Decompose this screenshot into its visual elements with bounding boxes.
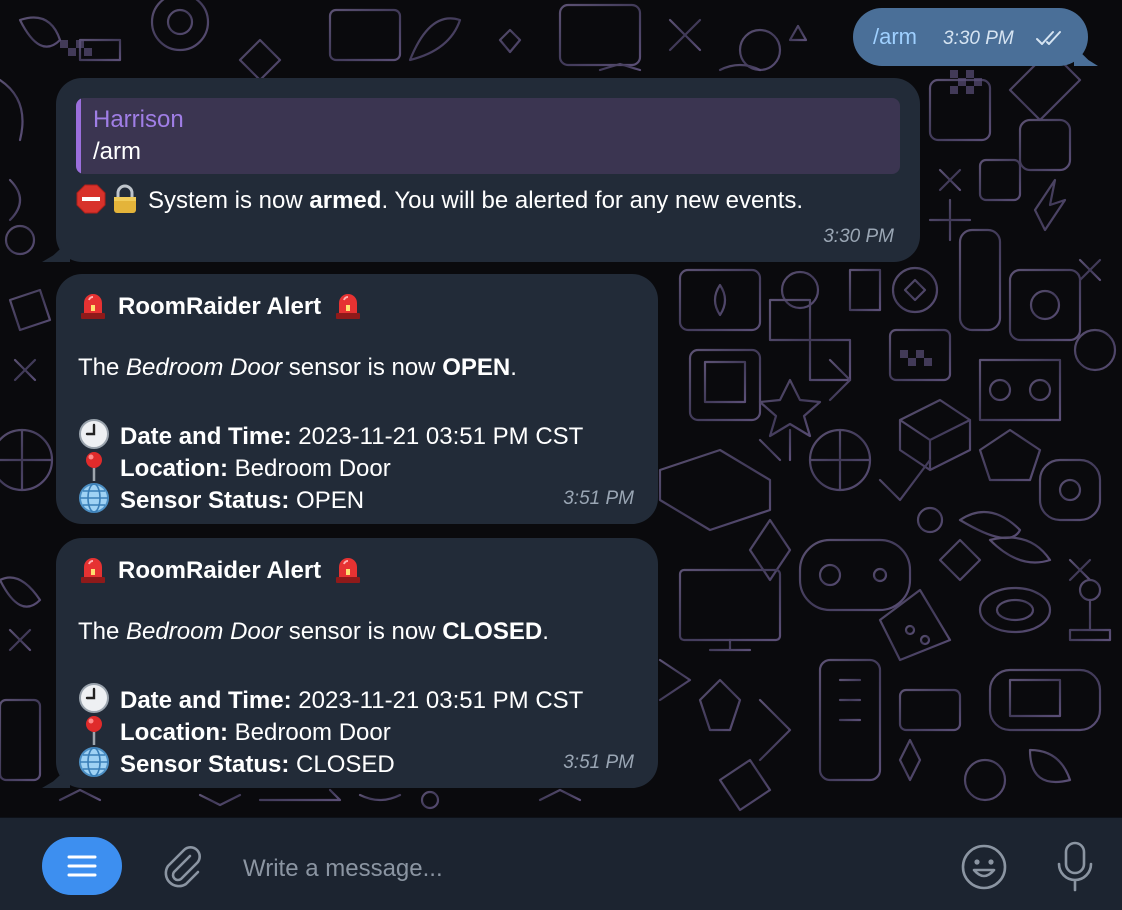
clock-icon [79, 683, 109, 713]
menu-icon [67, 855, 97, 877]
bot-reply-bubble[interactable]: Harrison /arm System is now armed. You w… [42, 78, 920, 262]
quote-text: /arm [93, 138, 141, 165]
alert-body-prefix: The [78, 354, 127, 381]
alert-title: RoomRaider Alert [78, 552, 363, 585]
reply-time: 3:30 PM [823, 226, 894, 247]
alert-sensor-name: Bedroom Door [126, 618, 283, 645]
alert-body-prefix: The [78, 618, 127, 645]
alert-message-bubble[interactable]: RoomRaider Alert The Bedroom Door sensor… [42, 538, 658, 788]
alert-location-row: Location: Bedroom Door [78, 450, 391, 483]
alert-title-text: RoomRaider Alert [118, 557, 322, 584]
alert-status-row: Sensor Status: OPEN [78, 482, 364, 515]
location-value: Bedroom Door [228, 719, 391, 746]
location-label: Location: [120, 719, 228, 746]
status-value: CLOSED [289, 751, 395, 778]
stop-sign-icon [76, 184, 106, 214]
alert-body-suffix: . [542, 618, 549, 645]
chat-window: /arm 3:30 PM Harrison /arm System is now… [0, 0, 1122, 910]
alert-status-row: Sensor Status: CLOSED [78, 746, 395, 779]
outgoing-message-text: /arm [873, 24, 917, 49]
alert-body: The Bedroom Door sensor is now CLOSED. [78, 618, 549, 646]
microphone-icon[interactable] [1055, 840, 1095, 894]
siren-icon [81, 558, 105, 583]
quote-accent-bar [76, 98, 81, 174]
alert-time: 3:51 PM [563, 752, 634, 773]
lock-icon [114, 184, 136, 213]
quote-author: Harrison [93, 106, 184, 133]
alert-state: CLOSED [442, 618, 543, 645]
pushpin-icon [86, 716, 102, 745]
emoji-icon[interactable] [958, 843, 1010, 891]
date-value: 2023-11-21 03:51 PM CST [291, 423, 584, 450]
message-composer [0, 817, 1122, 910]
alert-sensor-name: Bedroom Door [126, 354, 283, 381]
date-value: 2023-11-21 03:51 PM CST [291, 687, 584, 714]
alert-date-row: Date and Time: 2023-11-21 03:51 PM CST [78, 418, 583, 451]
globe-icon [79, 747, 109, 777]
siren-icon [336, 558, 361, 583]
alert-time: 3:51 PM [563, 488, 634, 509]
bot-menu-button[interactable] [42, 837, 122, 895]
alert-body-suffix: . [510, 354, 517, 381]
alert-title-text: RoomRaider Alert [118, 293, 322, 320]
location-label: Location: [120, 455, 228, 482]
alert-location-row: Location: Bedroom Door [78, 714, 391, 747]
status-value: OPEN [289, 487, 365, 514]
alert-body-middle: sensor is now [282, 354, 443, 381]
alert-message-bubble[interactable]: RoomRaider Alert The Bedroom Door sensor… [56, 274, 658, 524]
clock-icon [79, 419, 109, 449]
location-value: Bedroom Door [228, 455, 391, 482]
reply-prefix: System is now [148, 187, 310, 214]
pushpin-icon [86, 452, 102, 481]
paperclip-icon[interactable] [158, 842, 206, 890]
alert-state: OPEN [442, 354, 511, 381]
status-label: Sensor Status: [120, 751, 290, 778]
message-input[interactable] [243, 852, 923, 886]
globe-icon [79, 483, 109, 513]
outgoing-message-bubble[interactable]: /arm 3:30 PM [853, 8, 1098, 66]
reply-quote[interactable]: Harrison /arm [76, 98, 900, 174]
siren-icon [336, 294, 361, 319]
date-label: Date and Time: [120, 687, 292, 714]
alert-body-middle: sensor is now [282, 618, 443, 645]
siren-icon [81, 294, 105, 319]
alert-date-row: Date and Time: 2023-11-21 03:51 PM CST [78, 682, 583, 715]
alert-title: RoomRaider Alert [78, 288, 363, 321]
reply-suffix: . You will be alerted for any new events… [381, 187, 804, 214]
alert-body: The Bedroom Door sensor is now OPEN. [78, 354, 517, 382]
double-check-icon [1036, 31, 1061, 45]
reply-text: System is now armed. You will be alerted… [76, 184, 803, 215]
status-label: Sensor Status: [120, 487, 290, 514]
reply-bold: armed [309, 187, 382, 214]
outgoing-message-time: 3:30 PM [943, 28, 1014, 49]
date-label: Date and Time: [120, 423, 292, 450]
